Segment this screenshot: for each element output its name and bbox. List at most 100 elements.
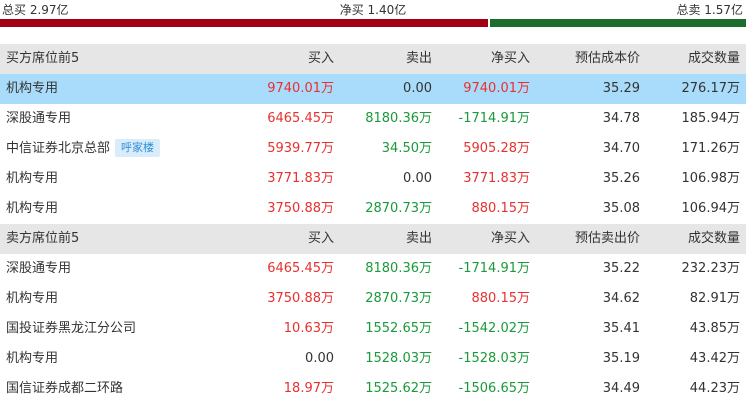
est-price: 35.19 <box>602 351 640 366</box>
buy-amount: 10.63万 <box>283 321 334 336</box>
buy-amount: 9740.01万 <box>267 81 334 96</box>
buy-amount: 3750.88万 <box>267 291 334 306</box>
seat-name[interactable]: 机构专用 <box>6 351 58 366</box>
seats-table: 买方席位前5 买入 卖出 净买入 预估成本价 成交数量 机构专用 9740.01万… <box>0 44 746 400</box>
buy-ratio-segment <box>0 19 488 27</box>
sell-amount: 2870.73万 <box>365 201 432 216</box>
sell-section-header: 卖方席位前5 买入 卖出 净买入 预估卖出价 成交数量 <box>0 224 746 254</box>
table-row[interactable]: 中信证券北京总部 呼家楼 5939.77万 34.50万 5905.28万 34.70 17… <box>0 134 746 164</box>
header-seat: 买方席位前5 <box>6 51 80 66</box>
buy-amount: 18.97万 <box>283 381 334 396</box>
table-row[interactable]: 机构专用 9740.01万 0.00 9740.01万 35.29 276.17万 <box>0 74 746 104</box>
seat-name-cell: 国信证券成都二环路 <box>6 374 123 400</box>
sell-amount: 1525.62万 <box>365 381 432 396</box>
sell-amount: 1528.03万 <box>365 351 432 366</box>
est-price: 34.49 <box>602 381 640 396</box>
seat-name[interactable]: 中信证券北京总部 <box>6 141 110 156</box>
net-buy-amount: 880.15万 <box>471 201 531 216</box>
table-row[interactable]: 国投证券黑龙江分公司 10.63万 1552.65万 -1542.02万 35.41 43… <box>0 314 746 344</box>
est-price: 34.78 <box>602 111 640 126</box>
seat-name[interactable]: 国投证券黑龙江分公司 <box>6 321 136 336</box>
header-est-price: 预估成本价 <box>574 51 640 66</box>
buy-seats-list: 机构专用 9740.01万 0.00 9740.01万 35.29 276.17万深股通专… <box>0 74 746 224</box>
sell-ratio-segment <box>489 19 746 27</box>
net-buy-amount: 3771.83万 <box>463 171 530 186</box>
trade-volume: 82.91万 <box>689 291 740 306</box>
buy-section-header: 买方席位前5 买入 卖出 净买入 预估成本价 成交数量 <box>0 44 746 74</box>
trade-volume: 185.94万 <box>681 111 741 126</box>
seat-name-cell: 机构专用 <box>6 74 58 104</box>
header-sell: 卖出 <box>405 231 432 246</box>
buy-amount: 5939.77万 <box>267 141 334 156</box>
trade-volume: 43.85万 <box>689 321 740 336</box>
trade-volume: 171.26万 <box>681 141 741 156</box>
header-est-price: 预估卖出价 <box>574 231 640 246</box>
sell-seats-list: 深股通专用 6465.45万 8180.36万 -1714.91万 35.22 232.2… <box>0 254 746 400</box>
table-row[interactable]: 机构专用 3750.88万 2870.73万 880.15万 35.08 106.94万 <box>0 194 746 224</box>
seat-tag-badge[interactable]: 呼家楼 <box>115 139 161 157</box>
net-buy-amount: 880.15万 <box>471 291 531 306</box>
header-net-buy: 净买入 <box>490 51 530 66</box>
sell-amount: 0.00 <box>403 171 432 186</box>
seat-name-cell: 国投证券黑龙江分公司 <box>6 314 136 344</box>
trade-volume: 106.98万 <box>681 171 741 186</box>
seat-name-cell: 机构专用 <box>6 344 58 374</box>
sell-amount: 1552.65万 <box>365 321 432 336</box>
seat-name[interactable]: 深股通专用 <box>6 261 71 276</box>
trade-volume: 232.23万 <box>681 261 741 276</box>
table-row[interactable]: 机构专用 3771.83万 0.00 3771.83万 35.26 106.98万 <box>0 164 746 194</box>
sell-amount: 2870.73万 <box>365 291 432 306</box>
seat-name[interactable]: 机构专用 <box>6 201 58 216</box>
seat-name[interactable]: 深股通专用 <box>6 111 71 126</box>
header-volume: 成交数量 <box>687 51 740 66</box>
table-row[interactable]: 国信证券成都二环路 18.97万 1525.62万 -1506.65万 34.49 44.… <box>0 374 746 400</box>
buy-amount: 3750.88万 <box>267 201 334 216</box>
net-buy-amount: -1542.02万 <box>458 321 530 336</box>
seat-name-cell: 机构专用 <box>6 284 58 314</box>
net-buy-amount: -1714.91万 <box>458 111 530 126</box>
seat-name-cell: 深股通专用 <box>6 254 71 284</box>
est-price: 35.22 <box>602 261 640 276</box>
table-row[interactable]: 深股通专用 6465.45万 8180.36万 -1714.91万 34.78 185.9… <box>0 104 746 134</box>
header-net-buy: 净买入 <box>490 231 530 246</box>
buy-amount: 0.00 <box>305 351 334 366</box>
sell-amount: 34.50万 <box>381 141 432 156</box>
total-sell-label: 总卖 1.57亿 <box>676 3 743 17</box>
sell-amount: 8180.36万 <box>365 111 432 126</box>
buy-amount: 3771.83万 <box>267 171 334 186</box>
table-row[interactable]: 机构专用 3750.88万 2870.73万 880.15万 34.62 82.91万 <box>0 284 746 314</box>
seat-name-cell: 机构专用 <box>6 164 58 194</box>
net-buy-amount: 9740.01万 <box>463 81 530 96</box>
summary-bar-labels: 总买 2.97亿 净买 1.40亿 总卖 1.57亿 <box>0 0 746 18</box>
net-buy-amount: -1528.03万 <box>458 351 530 366</box>
est-price: 35.26 <box>602 171 640 186</box>
est-price: 35.08 <box>602 201 640 216</box>
net-buy-amount: -1506.65万 <box>458 381 530 396</box>
seat-name[interactable]: 机构专用 <box>6 171 58 186</box>
est-price: 35.29 <box>602 81 640 96</box>
est-price: 34.62 <box>602 291 640 306</box>
trade-volume: 106.94万 <box>681 201 741 216</box>
buy-amount: 6465.45万 <box>267 111 334 126</box>
seat-name-cell: 中信证券北京总部 呼家楼 <box>6 134 161 164</box>
sell-amount: 8180.36万 <box>365 261 432 276</box>
seat-name[interactable]: 机构专用 <box>6 81 58 96</box>
buy-amount: 6465.45万 <box>267 261 334 276</box>
trade-volume: 276.17万 <box>681 81 741 96</box>
seat-name[interactable]: 机构专用 <box>6 291 58 306</box>
net-buy-amount: -1714.91万 <box>458 261 530 276</box>
seat-name[interactable]: 国信证券成都二环路 <box>6 381 123 396</box>
header-seat: 卖方席位前5 <box>6 231 80 246</box>
net-buy-label: 净买 1.40亿 <box>339 3 407 17</box>
net-buy-amount: 5905.28万 <box>463 141 530 156</box>
est-price: 34.70 <box>602 141 640 156</box>
trade-volume: 43.42万 <box>689 351 740 366</box>
trade-volume: 44.23万 <box>689 381 740 396</box>
table-row[interactable]: 机构专用 0.00 1528.03万 -1528.03万 35.19 43.42万 <box>0 344 746 374</box>
header-buy: 买入 <box>307 231 334 246</box>
header-buy: 买入 <box>307 51 334 66</box>
header-volume: 成交数量 <box>687 231 740 246</box>
buy-sell-ratio-bar <box>0 19 746 27</box>
table-row[interactable]: 深股通专用 6465.45万 8180.36万 -1714.91万 35.22 232.2… <box>0 254 746 284</box>
header-sell: 卖出 <box>405 51 432 66</box>
